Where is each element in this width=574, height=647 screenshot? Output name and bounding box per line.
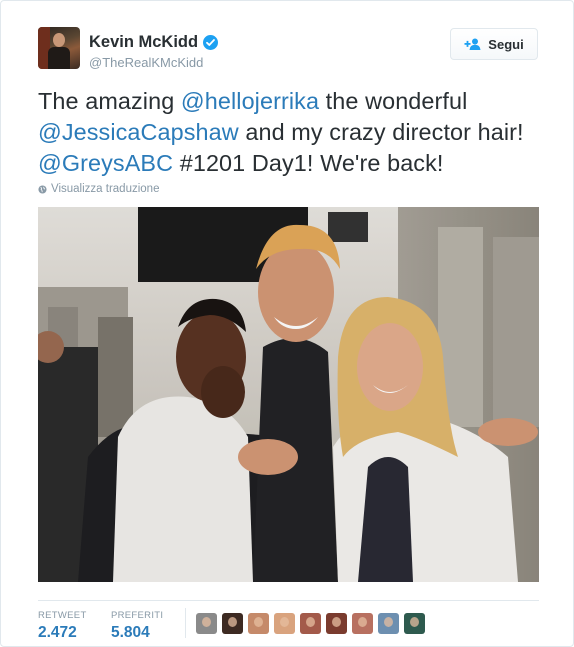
favorites-label: PREFERITI — [111, 610, 164, 621]
tweet-text-part: the wonderful — [319, 88, 468, 114]
user-handle[interactable]: @TheRealKMcKidd — [89, 55, 218, 70]
mention-link[interactable]: @JessicaCapshaw — [38, 119, 239, 145]
display-name[interactable]: Kevin McKidd — [89, 33, 198, 52]
tweet-text-part: #1201 Day1! We're back! — [173, 150, 444, 176]
retweet-stat[interactable]: RETWEET 2.472 — [38, 610, 87, 642]
retweet-label: RETWEET — [38, 610, 87, 621]
user-info: Kevin McKidd @TheRealKMcKidd — [89, 33, 219, 70]
mention-link[interactable]: @hellojerrika — [181, 88, 319, 114]
favorites-stat[interactable]: PREFERITI 5.804 — [111, 610, 163, 642]
favoriter-avatar[interactable] — [196, 613, 217, 634]
favoriter-avatars — [196, 613, 430, 634]
tweet-text-part: and my crazy director hair! — [238, 119, 524, 145]
mention-link[interactable]: @GreysABC — [38, 150, 173, 176]
verified-badge-icon — [203, 35, 219, 50]
stats-vertical-divider — [185, 608, 186, 638]
tweet-photo[interactable] — [38, 207, 539, 582]
favoriter-avatar[interactable] — [222, 613, 243, 634]
tweet-text: The amazing @hellojerrika the wonderful … — [38, 86, 538, 179]
favoriter-avatar[interactable] — [352, 613, 373, 634]
retweet-count[interactable]: 2.472 — [38, 624, 87, 642]
globe-icon — [38, 184, 47, 194]
favoriter-avatar[interactable] — [326, 613, 347, 634]
follow-button-label: Segui — [488, 36, 524, 52]
favorites-count[interactable]: 5.804 — [111, 624, 163, 642]
favoriter-avatar[interactable] — [404, 613, 425, 634]
user-avatar[interactable] — [38, 27, 80, 69]
favoriter-avatar[interactable] — [248, 613, 269, 634]
translate-link[interactable]: Visualizza traduzione — [38, 183, 159, 195]
favoriter-avatar[interactable] — [378, 613, 399, 634]
favoriter-avatar[interactable] — [300, 613, 321, 634]
follow-button[interactable]: Segui — [450, 28, 538, 60]
translate-label: Visualizza traduzione — [51, 183, 160, 195]
add-user-icon — [464, 38, 481, 50]
favoriter-avatar[interactable] — [274, 613, 295, 634]
stats-divider — [38, 600, 539, 601]
display-name-row[interactable]: Kevin McKidd — [89, 33, 219, 52]
tweet-text-part: The amazing — [38, 88, 181, 114]
